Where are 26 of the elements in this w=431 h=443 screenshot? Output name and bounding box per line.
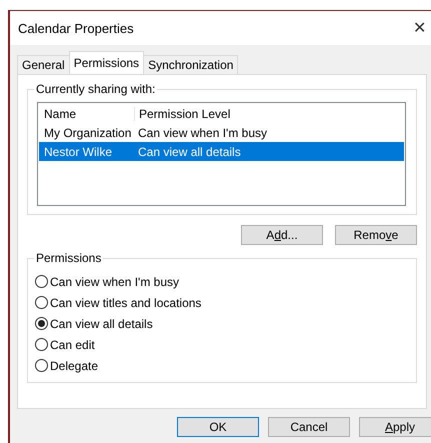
list-row[interactable]: My Organization Can view when I'm busy	[39, 123, 404, 142]
window-title: Calendar Properties	[18, 20, 134, 36]
column-header[interactable]: Permission Level	[134, 106, 230, 120]
radio-button[interactable]	[35, 275, 48, 288]
radio-button[interactable]	[35, 317, 48, 330]
radio-button[interactable]	[35, 296, 48, 309]
group-title: Permissions	[34, 251, 104, 265]
radio-button[interactable]	[35, 359, 48, 372]
radio-button[interactable]	[35, 338, 48, 351]
group-title: Currently sharing with:	[34, 82, 158, 96]
button[interactable]: Remove	[335, 225, 417, 245]
tab[interactable]: Synchronization	[143, 55, 238, 74]
radio-label[interactable]: Can edit	[50, 338, 95, 352]
radio-label[interactable]: Can view when I'm busy	[50, 274, 180, 288]
radio-label[interactable]: Delegate	[50, 358, 98, 372]
button[interactable]: Add...	[241, 225, 323, 245]
button[interactable]: Apply	[359, 417, 431, 437]
radio-label[interactable]: Can view titles and locations	[50, 296, 202, 310]
radio-label[interactable]: Can view all details	[50, 316, 153, 330]
button[interactable]: OK	[177, 417, 259, 437]
close-button[interactable]: ✕	[413, 18, 426, 38]
button[interactable]: Cancel	[268, 417, 350, 437]
column-header[interactable]: Name	[39, 106, 134, 120]
list-row[interactable]: Nestor Wilke Can view all details	[39, 142, 404, 161]
tab[interactable]: General	[17, 55, 70, 74]
tab[interactable]: Permissions	[68, 51, 144, 74]
